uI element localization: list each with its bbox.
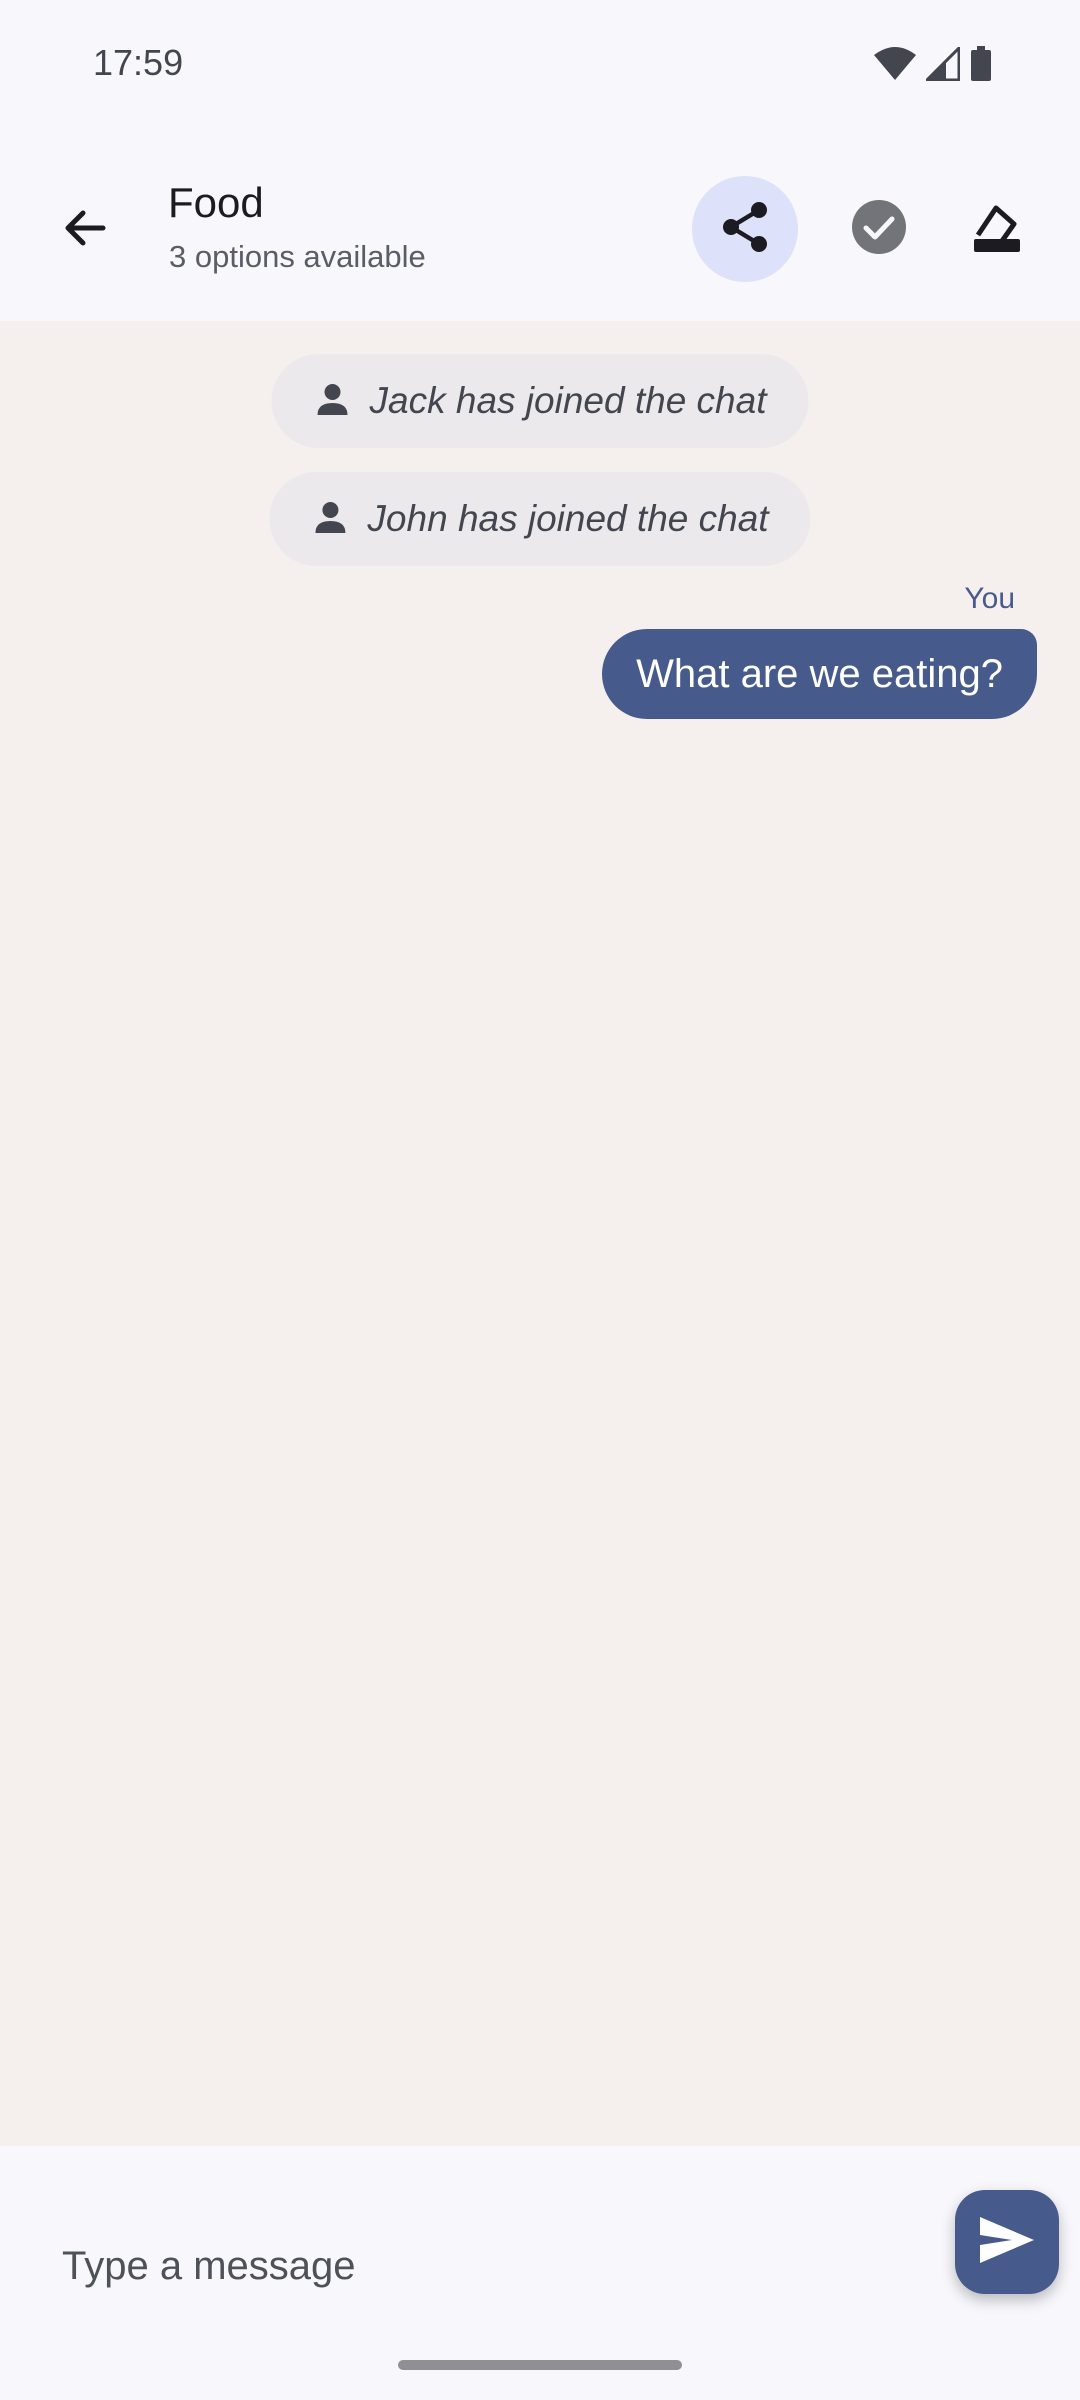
status-bar: 17:59 <box>0 0 1080 135</box>
system-message-text: John has joined the chat <box>367 498 769 539</box>
message-sender: You <box>964 582 1015 615</box>
status-time: 17:59 <box>93 42 184 83</box>
home-indicator[interactable] <box>398 2360 682 2370</box>
outgoing-message-bubble[interactable]: What are we eating? <box>602 629 1037 719</box>
arrow-back-icon <box>61 204 109 257</box>
chat-subtitle: 3 options available <box>169 239 426 274</box>
system-message-text: Jack has joined the chat <box>369 380 767 421</box>
chat-title: Food <box>168 179 264 226</box>
finish-button[interactable] <box>826 176 932 282</box>
chat-message-list[interactable]: Jack has joined the chat John has joined… <box>0 321 1080 2146</box>
app-bar: Food 3 options available <box>0 135 1080 321</box>
share-icon <box>717 199 773 260</box>
person-icon <box>313 500 347 539</box>
check-circle-icon <box>851 199 907 260</box>
battery-icon <box>970 46 992 87</box>
back-button[interactable] <box>40 185 130 275</box>
status-icons <box>874 44 992 87</box>
share-button[interactable] <box>692 176 798 282</box>
chat-screen: 17:59 Food 3 options available Jack has … <box>0 0 1080 2400</box>
send-button[interactable] <box>955 2190 1059 2294</box>
message-composer <box>0 2146 1080 2400</box>
message-input[interactable] <box>62 2216 902 2316</box>
send-icon <box>978 2215 1036 2270</box>
signal-icon <box>923 44 961 86</box>
system-message: Jack has joined the chat <box>271 354 809 448</box>
vote-button[interactable] <box>944 176 1050 282</box>
wifi-icon <box>874 47 916 86</box>
system-message: John has joined the chat <box>269 472 811 566</box>
vote-icon <box>969 199 1025 260</box>
person-icon <box>316 382 350 421</box>
